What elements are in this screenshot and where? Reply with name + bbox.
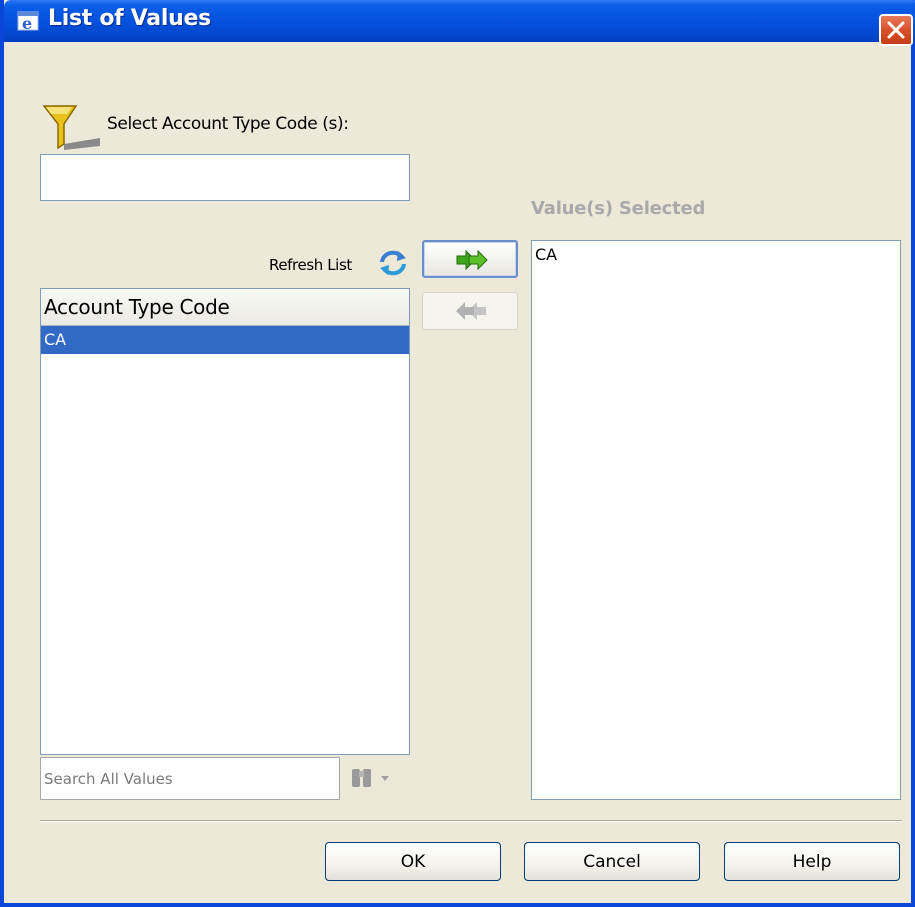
double-arrow-left-icon	[456, 302, 486, 320]
cancel-button[interactable]: Cancel	[524, 842, 700, 881]
refresh-list-label[interactable]: Refresh List	[269, 256, 352, 274]
help-button[interactable]: Help	[724, 842, 900, 881]
column-header-account-type-code[interactable]: Account Type Code	[41, 289, 409, 326]
search-all-values-input[interactable]	[40, 757, 340, 800]
refresh-icon[interactable]	[376, 248, 410, 278]
ie-window-icon: e	[17, 11, 39, 33]
ok-button[interactable]: OK	[325, 842, 501, 881]
binoculars-icon[interactable]	[350, 765, 396, 791]
remove-selected-button[interactable]	[422, 292, 518, 330]
selected-values-list[interactable]: CA	[531, 240, 901, 800]
list-item[interactable]: CA	[532, 241, 900, 269]
available-values-list[interactable]: Account Type Code CA	[40, 288, 410, 755]
close-button[interactable]	[879, 14, 913, 46]
values-selected-label: Value(s) Selected	[531, 198, 706, 219]
filter-funnel-icon	[42, 105, 100, 150]
add-selected-button[interactable]	[422, 240, 518, 278]
close-icon	[887, 21, 905, 39]
filter-label: Select Account Type Code (s):	[107, 114, 349, 134]
svg-text:e: e	[22, 14, 32, 33]
list-of-values-dialog: e List of Values Select Account Type Cod…	[0, 0, 915, 907]
title-bar[interactable]: e List of Values	[4, 0, 915, 46]
divider	[40, 820, 902, 822]
list-item[interactable]: CA	[41, 326, 409, 354]
window-title: List of Values	[48, 6, 211, 31]
double-arrow-right-icon	[456, 250, 488, 270]
filter-input[interactable]	[40, 154, 410, 201]
